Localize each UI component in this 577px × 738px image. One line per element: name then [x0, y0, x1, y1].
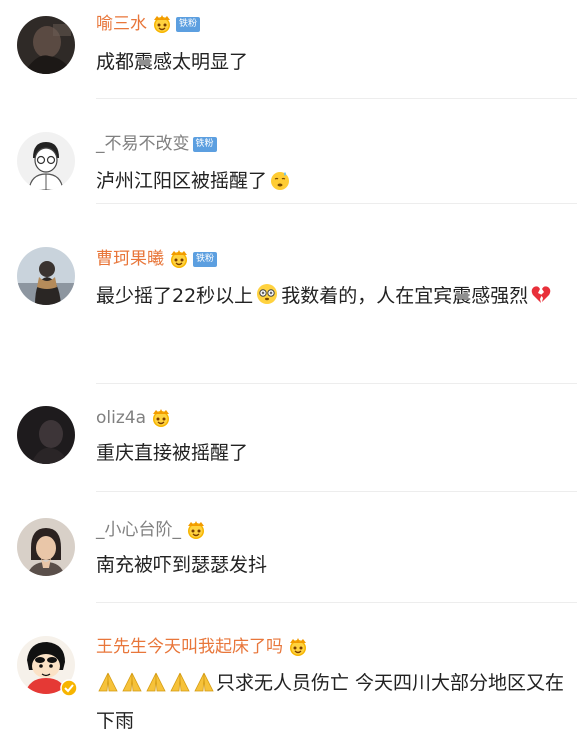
username-line: 喻三水 铁粉	[96, 12, 200, 36]
avatar[interactable]	[17, 518, 75, 576]
username-line: 曹珂果曦 铁粉	[96, 247, 217, 271]
comment-text: 只求无人员伤亡 今天四川大部分地区又在下雨	[96, 666, 566, 738]
username[interactable]: 曹珂果曦	[96, 247, 164, 271]
username-line: _小心台阶_	[96, 518, 207, 542]
divider	[96, 602, 577, 603]
divider	[96, 98, 577, 99]
avatar[interactable]	[17, 16, 75, 74]
comment-text: 泸州江阳区被摇醒了	[96, 164, 566, 198]
divider	[96, 491, 577, 492]
dizzy-face-emoji-icon	[257, 284, 278, 304]
username-line: 王先生今天叫我起床了吗	[96, 635, 309, 659]
fan-badge: 铁粉	[176, 16, 200, 32]
avatar[interactable]	[17, 406, 75, 464]
verified-badge-icon	[60, 679, 78, 697]
vip-crown-face-icon	[287, 637, 309, 657]
username-line: _不易不改变 铁粉	[96, 132, 217, 156]
comment-text: 最少摇了22秒以上 我数着的，人在宜宾震感强烈	[96, 279, 566, 313]
comment-text: 重庆直接被摇醒了	[96, 442, 249, 464]
vip-crown-face-icon	[168, 249, 190, 269]
avatar[interactable]	[17, 247, 75, 305]
comment-text: 成都震感太明显了	[96, 51, 249, 73]
comment-text-part: 我数着的，人在宜宾震感强烈	[281, 285, 529, 307]
broken-heart-emoji-icon	[531, 286, 551, 303]
divider	[96, 203, 577, 204]
divider	[96, 383, 577, 384]
comment-text-content: 泸州江阳区被摇醒了	[96, 170, 268, 192]
fan-badge: 铁粉	[192, 136, 217, 152]
fan-badge: 铁粉	[193, 251, 217, 267]
vip-crown-face-icon	[151, 14, 173, 34]
username[interactable]: _不易不改变	[96, 132, 190, 156]
sleepy-face-emoji-icon	[271, 172, 290, 190]
username[interactable]: 喻三水	[96, 12, 147, 36]
avatar[interactable]	[17, 132, 75, 190]
username-line: oliz4a	[96, 406, 172, 430]
praying-hands-emoji-group	[96, 670, 216, 704]
praying-hands-emoji-icon	[98, 672, 214, 692]
username[interactable]: _小心台阶_	[96, 518, 181, 542]
username[interactable]: 王先生今天叫我起床了吗	[96, 635, 283, 659]
comment-text-part: 最少摇了22秒以上	[96, 285, 254, 307]
comment-text: 南充被吓到瑟瑟发抖	[96, 554, 268, 576]
vip-crown-face-icon	[150, 408, 172, 428]
vip-crown-face-icon	[185, 520, 207, 540]
username[interactable]: oliz4a	[96, 406, 146, 430]
